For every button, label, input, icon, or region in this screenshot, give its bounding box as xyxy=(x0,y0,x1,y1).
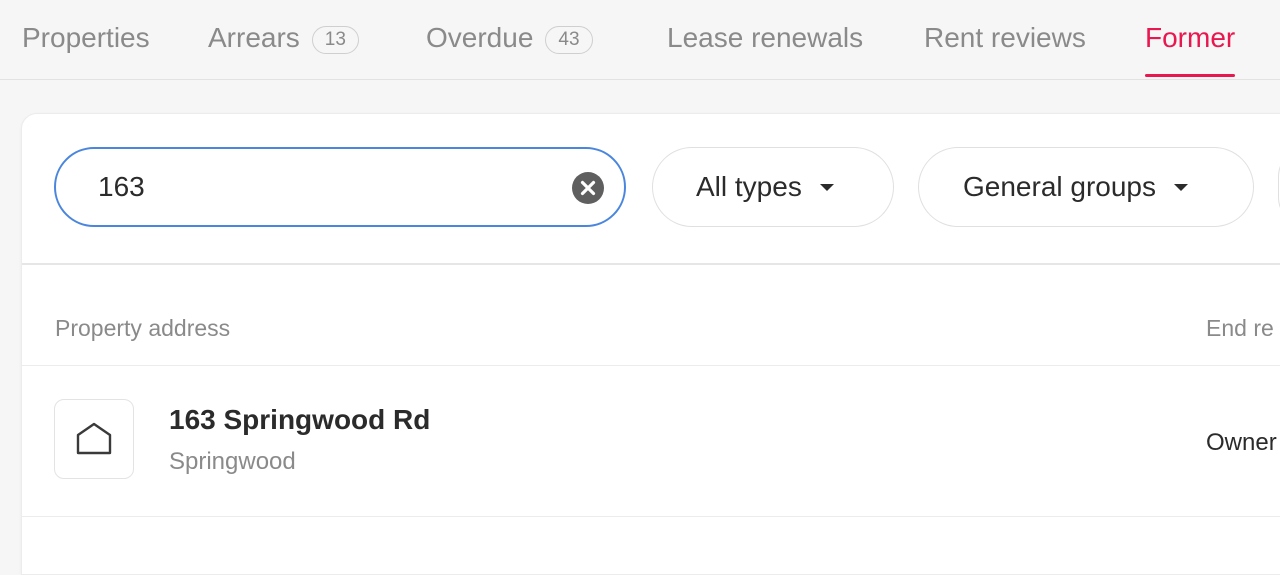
count-badge: 13 xyxy=(311,26,359,54)
search-input[interactable] xyxy=(96,170,540,204)
tab-bar: Properties Arrears 13 Overdue 43 Lease r… xyxy=(0,0,1280,80)
former-properties-card: All types General groups Property addres… xyxy=(21,113,1280,575)
dropdown-label: All types xyxy=(696,171,802,202)
tab-label: Rent reviews xyxy=(924,22,1086,53)
filter-bar: All types General groups xyxy=(22,114,1280,265)
property-address[interactable]: 163 Springwood Rd xyxy=(169,404,430,436)
chevron-down-icon xyxy=(1174,183,1189,191)
group-filter-dropdown[interactable]: General groups xyxy=(918,147,1254,227)
table-row[interactable]: 163 Springwood Rd Springwood Owner xyxy=(22,366,1280,517)
tab-label: Former xyxy=(1145,22,1236,53)
house-icon xyxy=(76,422,112,455)
tab-former[interactable]: Former xyxy=(1145,22,1236,79)
tab-properties[interactable]: Properties xyxy=(22,22,150,79)
tab-overdue[interactable]: Overdue 43 xyxy=(426,22,593,79)
dropdown-label: General groups xyxy=(963,171,1157,202)
tab-label: Lease renewals xyxy=(667,22,864,53)
search-field[interactable] xyxy=(54,147,626,227)
column-header-end-reason[interactable]: End re xyxy=(1206,315,1274,342)
tab-label: Arrears xyxy=(208,22,300,53)
column-header-address[interactable]: Property address xyxy=(55,315,230,342)
end-reason: Owner xyxy=(1206,429,1277,456)
tab-label: Properties xyxy=(22,22,150,53)
property-thumbnail xyxy=(54,399,134,479)
close-icon[interactable] xyxy=(572,172,604,204)
table-header: Property address End re xyxy=(22,265,1280,366)
tab-arrears[interactable]: Arrears 13 xyxy=(208,22,359,79)
property-suburb: Springwood xyxy=(169,448,296,475)
count-badge: 43 xyxy=(545,26,593,54)
tab-label: Overdue xyxy=(426,22,534,53)
type-filter-dropdown[interactable]: All types xyxy=(652,147,894,227)
tab-lease-renewals[interactable]: Lease renewals xyxy=(667,22,863,79)
chevron-down-icon xyxy=(819,183,834,191)
tab-rent-reviews[interactable]: Rent reviews xyxy=(924,22,1086,79)
